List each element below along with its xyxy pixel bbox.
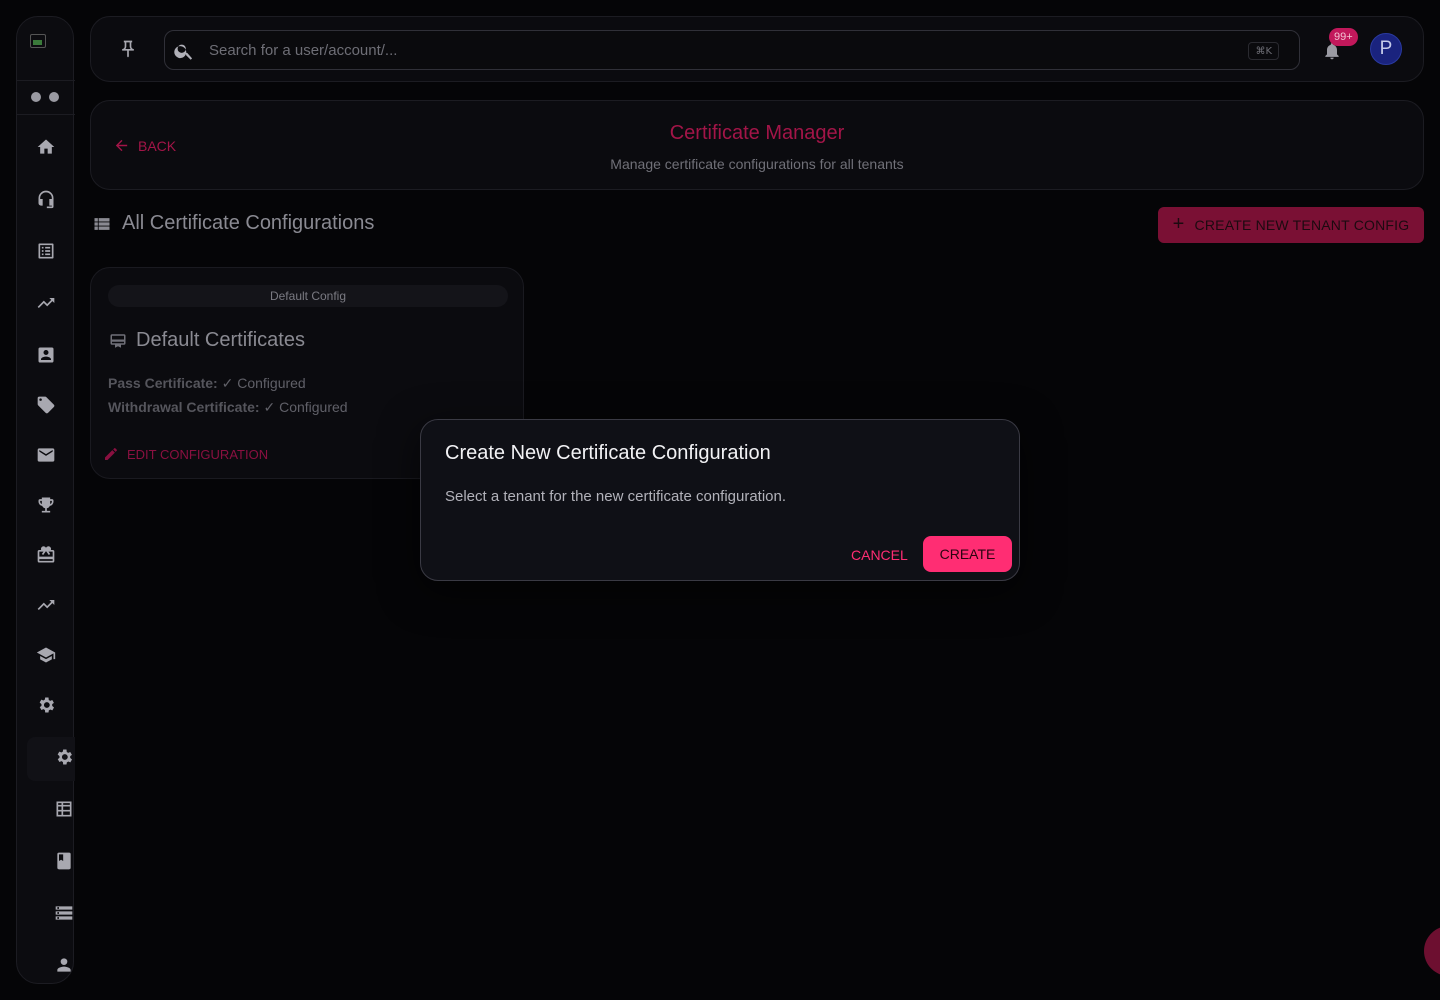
- page-header-card: BACK Certificate Manager Manage certific…: [90, 100, 1424, 190]
- floating-action-button[interactable]: [1424, 926, 1440, 976]
- settings-gear-icon[interactable]: [53, 746, 75, 768]
- dialog-text: Select a tenant for the new certificate …: [445, 488, 787, 505]
- storage-list-icon[interactable]: [53, 902, 75, 924]
- search-icon: [173, 40, 195, 62]
- create-button[interactable]: CREATE: [923, 536, 1012, 572]
- config-title: Default Certificates: [136, 329, 305, 351]
- shortcut-hint: ⌘K: [1248, 42, 1279, 60]
- book-icon[interactable]: [53, 850, 75, 872]
- mail-icon[interactable]: [35, 444, 57, 466]
- create-tenant-label: CREATE NEW TENANT CONFIG: [1194, 217, 1410, 233]
- trophy-icon[interactable]: [35, 494, 57, 516]
- section-title: All Certificate Configurations: [122, 212, 375, 234]
- sidebar-toggle-dots-icon[interactable]: [31, 92, 59, 102]
- page-subtitle: Manage certificate configurations for al…: [610, 156, 904, 172]
- sidebar-divider: [17, 80, 75, 81]
- dialog-title: Create New Certificate Configuration: [445, 442, 771, 464]
- config-type-chip: Default Config: [108, 285, 508, 307]
- edit-configuration-button[interactable]: EDIT CONFIGURATION: [103, 446, 268, 462]
- tag-icon[interactable]: [35, 394, 57, 416]
- sidebar-divider: [17, 114, 75, 115]
- edit-pencil-icon: [105, 448, 117, 460]
- sidebar: [16, 16, 75, 984]
- search-box: ⌘K: [164, 30, 1300, 70]
- notification-count-badge: 99+: [1329, 28, 1358, 46]
- trending-up-icon[interactable]: [35, 594, 57, 616]
- user-avatar[interactable]: P: [1370, 33, 1402, 65]
- withdrawal-certificate-label: Withdrawal Certificate:: [108, 399, 260, 415]
- cancel-button[interactable]: CANCEL: [841, 537, 918, 573]
- list-alt-icon[interactable]: [35, 240, 57, 262]
- create-new-tenant-config-button[interactable]: + CREATE NEW TENANT CONFIG: [1158, 207, 1424, 243]
- pin-icon[interactable]: [118, 38, 138, 60]
- edit-configuration-label: EDIT CONFIGURATION: [127, 446, 269, 462]
- certificate-card-icon: [108, 332, 128, 350]
- grid-icon[interactable]: [53, 798, 75, 820]
- account-box-icon[interactable]: [35, 344, 57, 366]
- create-config-dialog: Create New Certificate Configuration Sel…: [420, 419, 1020, 581]
- plus-icon: +: [1172, 213, 1185, 235]
- school-icon[interactable]: [35, 644, 57, 666]
- home-icon[interactable]: [35, 136, 57, 158]
- page-title: Certificate Manager: [669, 122, 845, 144]
- card-giftcard-icon[interactable]: [35, 544, 57, 566]
- pass-certificate-status: ✓ Configured: [221, 375, 306, 391]
- settings-gear-icon[interactable]: [35, 694, 57, 716]
- withdrawal-certificate-status: ✓ Configured: [263, 399, 348, 415]
- app-page: ⌘K 99+ P BACK Certificate Manager Manage…: [0, 0, 1440, 1000]
- person-icon[interactable]: [53, 954, 75, 976]
- pass-certificate-row: Pass Certificate: ✓ Configured: [108, 375, 306, 392]
- pass-certificate-label: Pass Certificate:: [108, 375, 218, 391]
- logo-broken-image-icon[interactable]: [30, 34, 46, 48]
- list-view-icon: [92, 214, 112, 234]
- search-input[interactable]: [209, 31, 1249, 69]
- withdrawal-certificate-row: Withdrawal Certificate: ✓ Configured: [108, 399, 348, 416]
- support-agent-icon[interactable]: [35, 188, 57, 210]
- trending-up-icon[interactable]: [35, 292, 57, 314]
- top-bar: ⌘K 99+ P: [90, 16, 1424, 82]
